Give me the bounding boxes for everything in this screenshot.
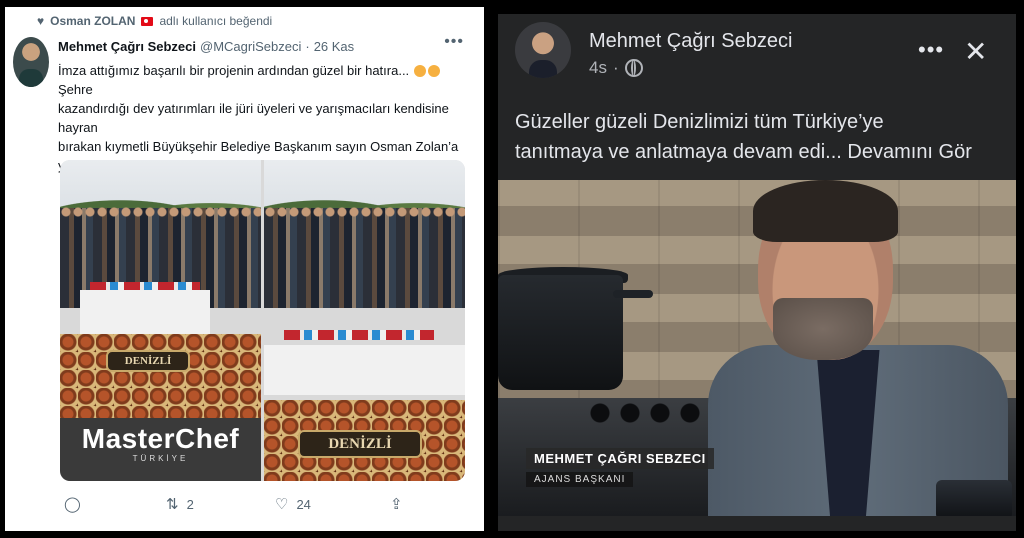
tweet-actions: ◯ ⇅ 2 ♡ 24 ⇪ xyxy=(60,495,440,515)
tweet-text-line: İmza attığımız başarılı bir projenin ard… xyxy=(58,63,410,78)
tweet-header: Mehmet Çağrı Sebzeci @MCagriSebzeci · 26… xyxy=(58,39,354,54)
caption-line: Güzeller güzeli Denizlimizi tüm Türkiye’… xyxy=(515,111,884,133)
tweet-card: ♥ Osman ZOLAN adlı kullanıcı beğendi Meh… xyxy=(5,7,484,531)
author-name[interactable]: Mehmet Çağrı Sebzeci xyxy=(58,39,196,54)
reply-button[interactable]: ◯ xyxy=(64,495,89,513)
more-icon[interactable]: ••• xyxy=(444,33,464,51)
share-button[interactable]: ⇪ xyxy=(390,495,403,513)
turkey-flag-icon xyxy=(141,16,154,26)
post-time[interactable]: 4s xyxy=(589,58,607,78)
heart-icon: ♡ xyxy=(275,496,289,513)
more-icon[interactable]: ••• xyxy=(918,39,944,61)
liked-by-suffix: adlı kullanıcı beğendi xyxy=(159,14,273,28)
tweet-text: İmza attığımız başarılı bir projenin ard… xyxy=(58,61,463,175)
masterchef-logo-subtitle: TÜRKİYE xyxy=(132,454,189,463)
avatar[interactable] xyxy=(13,37,49,87)
facebook-post: Mehmet Çağrı Sebzeci 4s · ••• ✕ Güzeller… xyxy=(498,14,1016,531)
caption-line: tanıtmaya ve anlatmaya devam edi... xyxy=(515,141,842,163)
media-photo[interactable]: DENİZLİ MasterChef TÜRKİYE xyxy=(60,160,261,481)
liked-by-name[interactable]: Osman ZOLAN xyxy=(50,14,135,28)
post-caption: Güzeller güzeli Denizlimizi tüm Türkiye’… xyxy=(515,107,1005,167)
photo-sign: DENİZLİ xyxy=(298,430,422,458)
lower-third-title: AJANS BAŞKANI xyxy=(526,472,634,487)
retweet-count: 2 xyxy=(186,496,194,512)
like-count: 24 xyxy=(296,496,311,512)
masterchef-logo-text: MasterChef xyxy=(81,423,240,454)
video-player[interactable]: MEHMET ÇAĞRI SEBZECI AJANS BAŞKANI xyxy=(498,180,1016,516)
tweet-text-line: Şehre xyxy=(58,82,93,97)
heart-icon: ♥ xyxy=(37,14,45,28)
tweet-date[interactable]: 26 Kas xyxy=(314,39,354,54)
lower-third-caption: MEHMET ÇAĞRI SEBZECI AJANS BAŞKANI xyxy=(526,448,714,487)
separator: · xyxy=(612,58,619,77)
cooking-pot xyxy=(498,275,623,390)
reply-icon: ◯ xyxy=(64,496,81,513)
lower-third-name: MEHMET ÇAĞRI SEBZECI xyxy=(526,448,714,469)
tweet-text-line: bırakan kıymetli Büyükşehir Belediye Baş… xyxy=(58,139,459,154)
avatar[interactable] xyxy=(515,22,571,78)
close-icon[interactable]: ✕ xyxy=(964,38,987,66)
photo-sign: DENİZLİ xyxy=(106,350,190,372)
tweet-text-line: kazandırdığı dev yatırımları ile jüri üy… xyxy=(58,101,449,135)
speaker xyxy=(698,180,1016,516)
masterchef-logo: MasterChef TÜRKİYE xyxy=(60,418,261,481)
globe-icon xyxy=(624,59,643,77)
smiling-face-icon xyxy=(427,65,440,77)
smiling-face-icon xyxy=(413,65,426,77)
author-name[interactable]: Mehmet Çağrı Sebzeci xyxy=(589,30,792,53)
share-icon: ⇪ xyxy=(390,496,403,513)
retweet-icon: ⇅ xyxy=(166,496,179,513)
post-meta: 4s · xyxy=(589,58,643,78)
retweet-button[interactable]: ⇅ 2 xyxy=(166,495,194,513)
tweet-media[interactable]: DENİZLİ MasterChef TÜRKİYE DENİZLİ xyxy=(60,160,465,481)
author-handle[interactable]: @MCagriSebzeci xyxy=(200,39,301,54)
separator: · xyxy=(305,39,310,54)
like-button[interactable]: ♡ 24 xyxy=(275,495,311,513)
see-more-link[interactable]: Devamını Gör xyxy=(847,141,971,163)
liked-by-row: ♥ Osman ZOLAN adlı kullanıcı beğendi xyxy=(37,13,272,29)
media-photo[interactable]: DENİZLİ xyxy=(264,160,465,481)
